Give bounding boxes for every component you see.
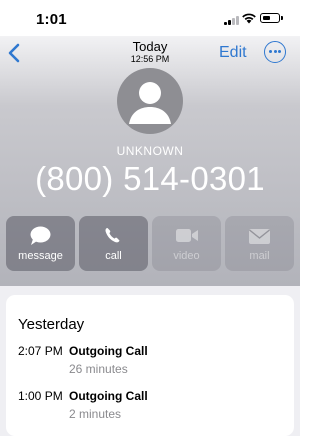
recent-calls-date-header: Yesterday <box>18 316 85 333</box>
call-type: Outgoing Call <box>69 389 148 403</box>
call-history-row: 1:00 PM Outgoing Call 2 minutes <box>6 389 294 429</box>
message-button-label: message <box>18 250 63 262</box>
phone-icon <box>105 228 120 243</box>
call-time: 1:00 PM <box>18 389 63 403</box>
battery-icon <box>260 13 283 23</box>
more-options-icon[interactable] <box>264 41 286 63</box>
call-history-row: 2:07 PM Outgoing Call 26 minutes <box>6 344 294 384</box>
status-bar: 1:01 <box>0 0 300 36</box>
wifi-icon <box>242 13 256 24</box>
recent-calls-card: Yesterday 2:07 PM Outgoing Call 26 minut… <box>6 295 294 436</box>
contact-header: Today 12:56 PM Edit UNKNOWN (800) 514-03… <box>0 36 300 286</box>
call-button[interactable]: call <box>79 216 148 271</box>
avatar <box>117 68 183 134</box>
phone-number: (800) 514-0301 <box>35 160 265 197</box>
mail-button[interactable]: mail <box>225 216 294 271</box>
call-duration: 2 minutes <box>69 407 122 421</box>
mail-button-label: mail <box>249 250 270 262</box>
video-button-label: video <box>173 250 200 262</box>
action-buttons: message call video mail <box>6 216 294 271</box>
nav-title: Today 12:56 PM <box>0 39 300 65</box>
call-duration: 26 minutes <box>69 362 128 376</box>
nav-title-time: 12:56 PM <box>130 54 170 64</box>
edit-button[interactable]: Edit <box>219 44 247 62</box>
message-icon <box>30 226 51 245</box>
message-button[interactable]: message <box>6 216 75 271</box>
status-time: 1:01 <box>36 11 67 28</box>
video-icon <box>176 229 198 242</box>
cellular-signal-icon <box>224 15 240 25</box>
nav-title-day: Today <box>132 39 168 54</box>
call-time: 2:07 PM <box>18 344 63 358</box>
call-button-label: call <box>105 250 122 262</box>
call-details-screen: 1:01 Today 12:56 PM Edit UNKNOWN (800) 5… <box>0 0 300 436</box>
mail-icon <box>249 229 270 244</box>
video-button[interactable]: video <box>152 216 221 271</box>
contact-name: UNKNOWN <box>116 144 184 158</box>
navigation-bar: Today 12:56 PM Edit <box>0 36 300 70</box>
call-type: Outgoing Call <box>69 344 148 358</box>
person-silhouette-icon <box>129 82 171 124</box>
